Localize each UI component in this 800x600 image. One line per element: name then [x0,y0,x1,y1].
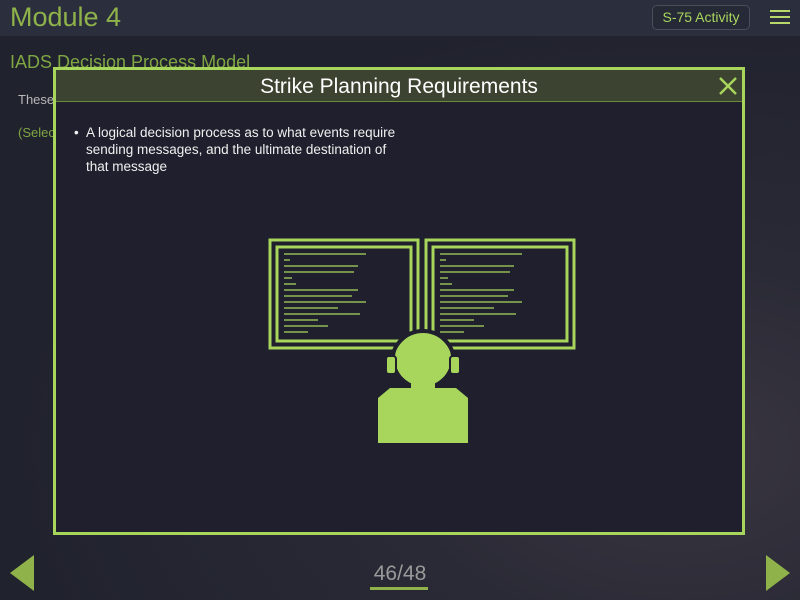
next-arrow-icon[interactable] [766,555,790,591]
body-text: These [18,92,55,107]
prev-arrow-icon[interactable] [10,555,34,591]
select-instruction-text: (Selec [18,125,55,140]
bullet-dot: • [74,125,79,140]
top-bar: Module 4 S-75 Activity [0,0,800,36]
page-counter: 46/48 [373,562,427,585]
close-icon[interactable] [718,76,738,96]
strike-planning-modal: Strike Planning Requirements • A logical… [53,67,745,535]
operator-at-dual-monitors-icon [268,238,576,443]
bullet-item: • A logical decision process as to what … [74,124,406,175]
s75-activity-button[interactable]: S-75 Activity [652,5,750,30]
modal-title: Strike Planning Requirements [260,75,538,98]
modal-header: Strike Planning Requirements [56,70,742,102]
hamburger-menu-icon[interactable] [770,10,790,25]
page-progress-underline [370,587,428,590]
bullet-text: A logical decision process as to what ev… [86,125,396,174]
module-title: Module 4 [10,2,122,32]
